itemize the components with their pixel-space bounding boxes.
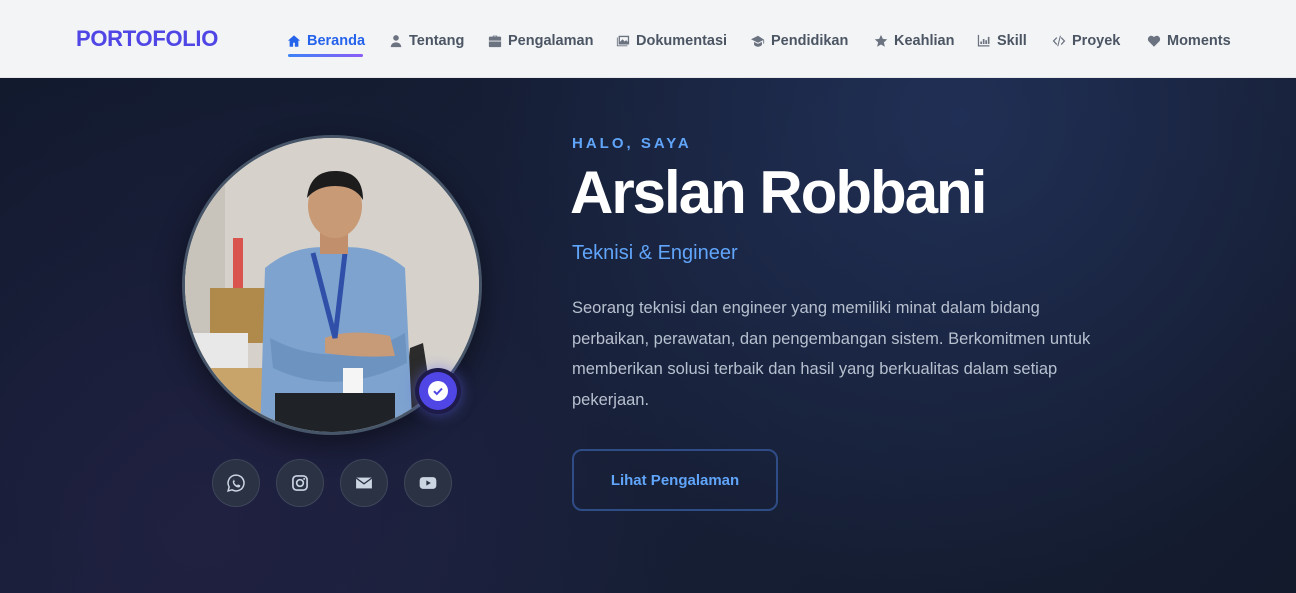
view-experience-button[interactable]: Lihat Pengalaman — [572, 449, 778, 511]
hero-description: Seorang teknisi dan engineer yang memili… — [572, 299, 1091, 409]
chart-icon — [977, 34, 990, 47]
nav-item-pendidikan[interactable]: Pendidikan — [751, 30, 848, 52]
briefcase-icon — [488, 35, 502, 48]
nav-item-proyek[interactable]: Proyek — [1052, 30, 1120, 52]
nav-label: Tentang — [409, 33, 465, 49]
nav-label: Keahlian — [894, 33, 955, 49]
navbar: PORTOFOLIO Beranda Tentang Pengalaman Do… — [0, 0, 1296, 78]
greeting-eyebrow: HALO, SAYA — [572, 135, 692, 152]
star-icon — [874, 34, 888, 47]
home-icon — [287, 35, 301, 47]
nav-item-beranda[interactable]: Beranda — [287, 30, 365, 52]
hero-name: Arslan Robbani — [570, 159, 987, 226]
whatsapp-icon — [227, 474, 245, 492]
nav-item-skill[interactable]: Skill — [977, 30, 1027, 52]
check-icon — [428, 381, 448, 401]
graduation-cap-icon — [751, 35, 765, 47]
nav-label: Dokumentasi — [636, 33, 728, 49]
youtube-button[interactable] — [404, 459, 452, 507]
nav-label: Beranda — [307, 33, 366, 49]
whatsapp-button[interactable] — [212, 459, 260, 507]
nav-item-pengalaman[interactable]: Pengalaman — [488, 30, 593, 52]
verified-badge — [415, 368, 461, 414]
hero-role: Teknisi & Engineer — [572, 242, 738, 264]
nav-item-dokumentasi[interactable]: Dokumentasi — [616, 30, 727, 52]
nav-item-keahlian[interactable]: Keahlian — [874, 30, 954, 52]
instagram-button[interactable] — [276, 459, 324, 507]
user-icon — [390, 35, 402, 48]
nav-label: Pengalaman — [508, 33, 594, 49]
brand-logo[interactable]: PORTOFOLIO — [76, 26, 218, 52]
youtube-icon — [419, 477, 437, 489]
nav-item-moments[interactable]: Moments — [1147, 30, 1231, 52]
active-nav-indicator — [288, 54, 363, 57]
nav-label: Moments — [1167, 33, 1231, 49]
email-button[interactable] — [340, 459, 388, 507]
instagram-icon — [292, 475, 308, 491]
nav-item-tentang[interactable]: Tentang — [389, 30, 464, 52]
email-icon — [355, 477, 373, 489]
nav-label: Skill — [997, 33, 1027, 49]
nav-label: Proyek — [1072, 33, 1121, 49]
code-icon — [1052, 35, 1066, 47]
heart-icon — [1147, 35, 1161, 47]
nav-label: Pendidikan — [771, 33, 849, 49]
images-icon — [616, 35, 630, 47]
